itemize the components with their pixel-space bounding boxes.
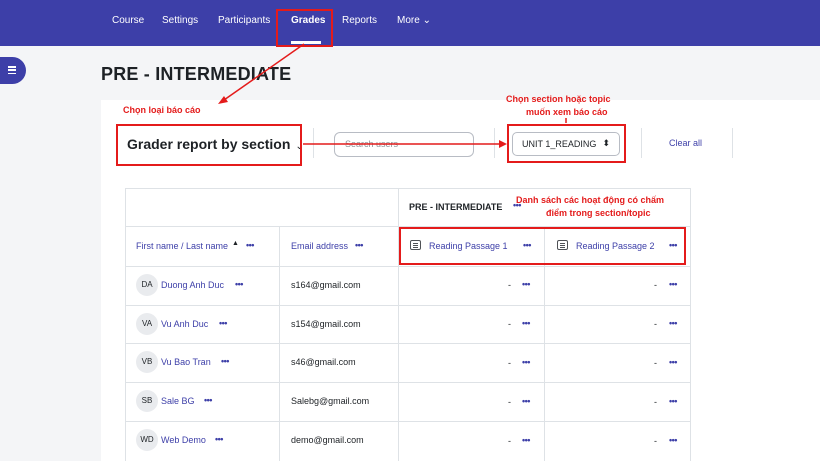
grade-cell[interactable]: - [654,436,657,446]
avatar: WD [136,429,158,451]
student-email: demo@gmail.com [291,435,364,445]
grade-cell[interactable]: - [508,397,511,407]
grade-cell[interactable]: - [508,436,511,446]
ellipsis-icon[interactable]: ••• [204,395,212,405]
ellipsis-icon[interactable]: ••• [355,240,363,250]
annotation-text-activities-2: điểm trong section/topic [546,208,651,218]
avatar: DA [136,274,158,296]
nav-more[interactable]: More ⌄ [397,15,431,26]
chevron-down-icon: ⌄ [422,15,431,26]
grade-cell[interactable]: - [508,319,511,329]
ellipsis-icon[interactable]: ••• [522,279,530,289]
nav-settings[interactable]: Settings [162,15,198,26]
ellipsis-icon[interactable]: ••• [219,318,227,328]
avatar: VB [136,351,158,373]
toolbar-divider [494,128,495,158]
avatar: VA [136,313,158,335]
ellipsis-icon[interactable]: ••• [215,434,223,444]
table-border [125,305,691,306]
annotation-box-activities [399,227,686,265]
table-border [125,382,691,383]
ellipsis-icon[interactable]: ••• [669,318,677,328]
annotation-text-report: Chọn loại báo cáo [123,105,201,115]
toolbar-divider [641,128,642,158]
course-nav-bar: Course Settings Participants Grades Repo… [0,0,820,46]
ellipsis-icon[interactable]: ••• [235,279,243,289]
table-border [690,188,691,461]
toolbar-divider [732,128,733,158]
search-placeholder: Search users [345,139,399,149]
grade-cell[interactable]: - [654,397,657,407]
annotation-text-activities-1: Danh sách các hoạt động có chấm [516,195,665,205]
ellipsis-icon[interactable]: ••• [669,279,677,289]
grade-cell[interactable]: - [654,319,657,329]
sort-asc-icon[interactable]: ▲ [232,240,239,247]
page-title: PRE - INTERMEDIATE [101,64,292,84]
ellipsis-icon[interactable]: ••• [669,435,677,445]
list-icon [8,66,16,75]
student-name-link[interactable]: Vu Anh Duc [161,319,208,329]
grade-cell[interactable]: - [508,358,511,368]
column-header-name[interactable]: First name / Last name [136,241,228,251]
ellipsis-icon[interactable]: ••• [522,357,530,367]
annotation-box-report-type [116,124,302,166]
column-header-email[interactable]: Email address [291,241,348,251]
grade-cell[interactable]: - [654,280,657,290]
annotation-box-section [507,124,626,163]
student-name-link[interactable]: Web Demo [161,435,206,445]
ellipsis-icon[interactable]: ••• [522,318,530,328]
course-index-toggle[interactable] [0,57,26,84]
ellipsis-icon[interactable]: ••• [221,356,229,366]
student-email: s154@gmail.com [291,319,361,329]
nav-participants[interactable]: Participants [218,15,270,26]
table-border [125,188,691,189]
course-category-header: PRE - INTERMEDIATE [409,202,503,212]
avatar: SB [136,390,158,412]
table-border [125,188,126,461]
student-name-link[interactable]: Vu Bao Tran [161,357,211,367]
student-name-link[interactable]: Duong Anh Duc [161,280,224,290]
annotation-text-section-2: muốn xem báo cáo [526,107,608,117]
nav-course[interactable]: Course [112,15,144,26]
clear-all-link[interactable]: Clear all [669,138,702,148]
ellipsis-icon[interactable]: ••• [522,396,530,406]
annotation-text-section-1: Chọn section hoặc topic [506,94,611,104]
grade-cell[interactable]: - [508,280,511,290]
ellipsis-icon[interactable]: ••• [669,396,677,406]
student-email: s164@gmail.com [291,280,361,290]
toolbar-divider [313,128,314,158]
nav-more-label: More [397,15,420,26]
search-users-input[interactable]: Search users [334,132,474,157]
ellipsis-icon[interactable]: ••• [246,240,254,250]
student-email: s46@gmail.com [291,357,356,367]
ellipsis-icon[interactable]: ••• [522,435,530,445]
student-email: Salebg@gmail.com [291,396,370,406]
ellipsis-icon[interactable]: ••• [669,357,677,367]
table-border [125,266,691,267]
table-border [125,421,691,422]
annotation-box-grades [276,9,333,47]
table-border [125,343,691,344]
table-border [279,226,280,461]
nav-reports[interactable]: Reports [342,15,377,26]
grade-cell[interactable]: - [654,358,657,368]
student-name-link[interactable]: Sale BG [161,396,195,406]
